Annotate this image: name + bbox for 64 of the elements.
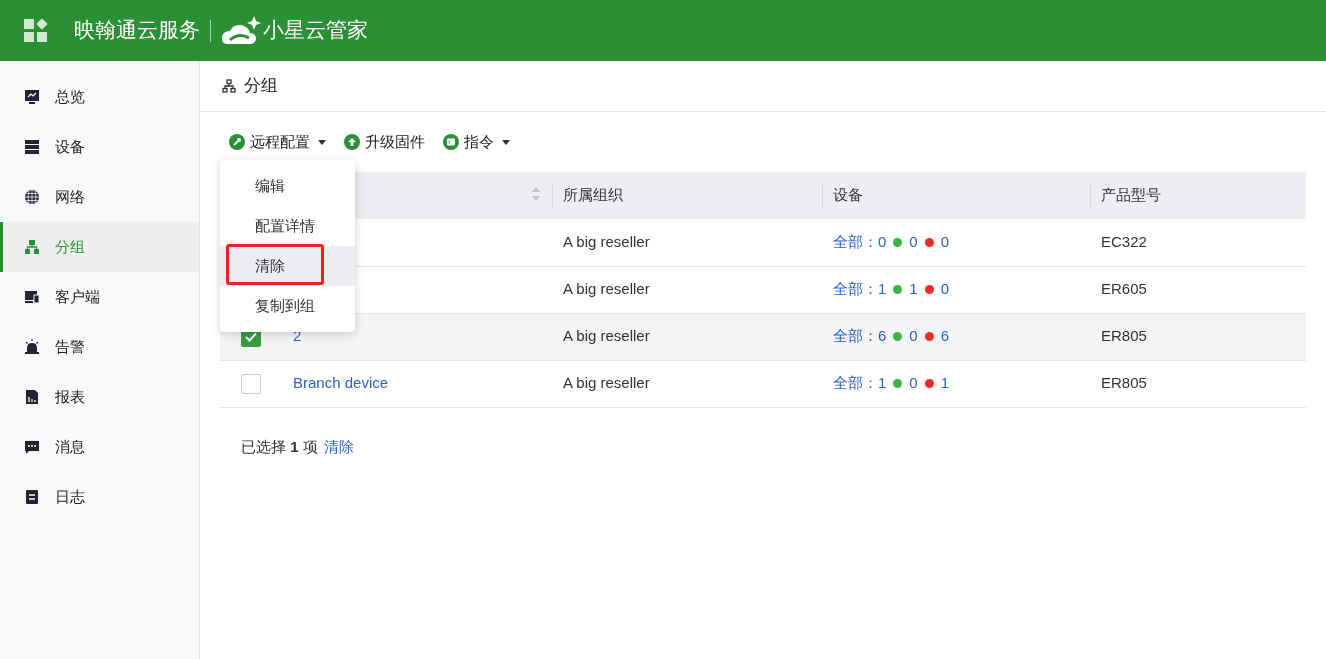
hierarchy-icon xyxy=(24,239,40,255)
offline-count: 1 xyxy=(940,373,950,394)
table-cell: ER805 xyxy=(1101,374,1147,392)
wrench-icon xyxy=(229,134,245,150)
terminal-icon xyxy=(443,134,459,150)
document-icon xyxy=(24,489,40,505)
sidebar-item[interactable]: 告警 xyxy=(0,322,199,372)
table-cell: A big reseller xyxy=(563,374,650,392)
table-cell: A big reseller xyxy=(563,233,650,250)
column-header: 所属组织 xyxy=(563,185,623,206)
offline-count: 0 xyxy=(940,279,950,300)
online-count: 0 xyxy=(909,232,918,252)
menu-item[interactable]: 配置详情 xyxy=(220,206,355,246)
globe-icon xyxy=(24,189,40,205)
caret-icon xyxy=(318,139,326,145)
all-count-link[interactable]: 全部：6 xyxy=(833,325,887,348)
sidebar-item[interactable]: 设备 xyxy=(0,122,199,172)
toolbar-button[interactable]: 指令 xyxy=(443,130,510,154)
table-cell: EC322 xyxy=(1101,233,1147,250)
table-cell: ER605 xyxy=(1101,280,1147,298)
online-count: 0 xyxy=(909,373,918,394)
sidebar-item[interactable]: 报表 xyxy=(0,372,199,422)
table-cell: A big reseller xyxy=(563,280,650,298)
all-count-link[interactable]: 全部：1 xyxy=(833,278,887,301)
hierarchy-icon xyxy=(222,79,236,93)
offline-count: 6 xyxy=(940,326,950,347)
clear-link[interactable]: 清除 xyxy=(323,436,354,459)
selection-summary: 已选择 1 项 xyxy=(241,437,318,458)
sidebar-item[interactable]: 网络 xyxy=(0,172,199,222)
caret-icon xyxy=(502,139,510,145)
all-count-link[interactable]: 全部：0 xyxy=(833,231,887,254)
upload-icon xyxy=(344,134,360,150)
server-icon xyxy=(24,139,40,155)
checkbox[interactable] xyxy=(241,373,261,394)
toolbar-button[interactable]: 升级固件 xyxy=(344,130,425,154)
sidebar-item[interactable]: 客户端 xyxy=(0,272,199,322)
menu-item[interactable]: 清除 xyxy=(220,246,355,286)
table-cell: ER805 xyxy=(1101,327,1147,345)
apps-icon[interactable] xyxy=(24,18,48,43)
siren-icon xyxy=(24,339,40,355)
table-row[interactable]: Branch device A big reseller 全部：1 0 1 ER805 xyxy=(220,360,1306,407)
brand-name: 映翰通云服务 xyxy=(74,16,200,44)
menu-item[interactable]: 复制到组 xyxy=(220,286,355,326)
report-icon xyxy=(24,389,40,405)
online-count: 0 xyxy=(909,326,918,347)
group-link[interactable]: Branch device xyxy=(293,374,389,392)
cloud-star-logo-icon xyxy=(221,15,261,46)
menu-item[interactable]: 编辑 xyxy=(220,166,355,206)
table-cell: A big reseller xyxy=(563,327,650,345)
devices-icon xyxy=(24,289,40,305)
sidebar-item[interactable]: 消息 xyxy=(0,422,199,472)
online-count: 1 xyxy=(909,279,918,300)
column-header: 产品型号 xyxy=(1101,185,1161,206)
product-name: 小星云管家 xyxy=(263,16,368,44)
offline-count: 0 xyxy=(940,232,950,252)
monitor-icon xyxy=(24,89,40,105)
page-title: 分组 xyxy=(244,75,278,98)
all-count-link[interactable]: 全部：1 xyxy=(833,372,887,395)
sidebar-item[interactable]: 总览 xyxy=(0,72,199,122)
column-header: 设备 xyxy=(833,185,863,206)
chat-icon xyxy=(24,439,40,455)
toolbar-button[interactable]: 远程配置 xyxy=(229,130,326,154)
sidebar-item[interactable]: 分组 xyxy=(0,222,199,272)
sidebar-item[interactable]: 日志 xyxy=(0,472,199,522)
